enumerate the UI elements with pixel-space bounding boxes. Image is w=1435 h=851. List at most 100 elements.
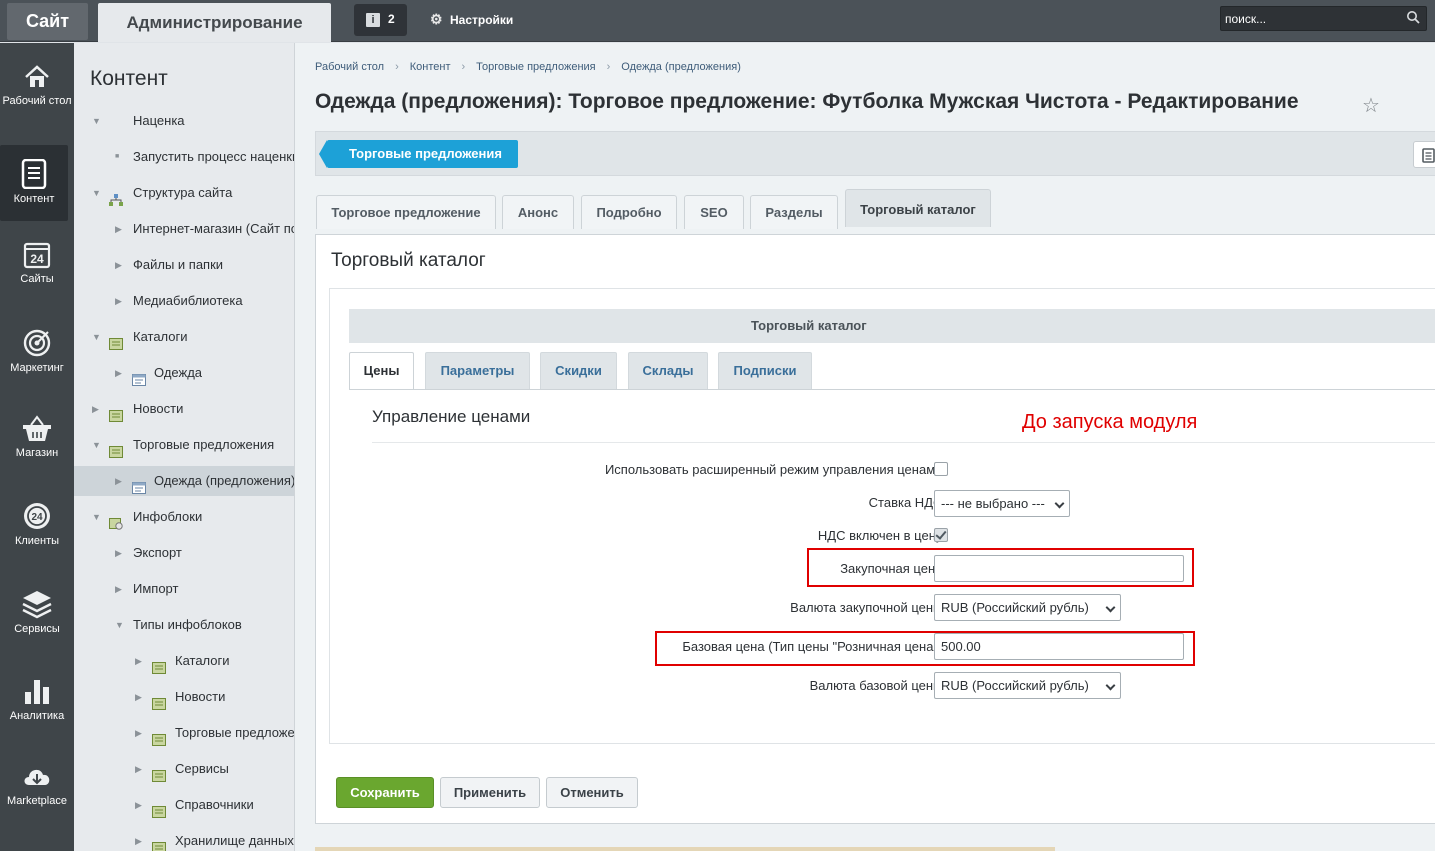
chevron-right-icon[interactable]: ▶ [92, 394, 99, 424]
tree-item-label: Файлы и папки [133, 257, 224, 272]
subtab-divider [349, 389, 1435, 390]
chevron-right-icon[interactable]: ▶ [115, 214, 122, 244]
chevron-right-icon[interactable]: ▶ [135, 718, 142, 748]
admin-tab[interactable]: Администрирование [98, 3, 331, 42]
breadcrumb-item[interactable]: Одежда (предложения) [621, 61, 741, 73]
tree-item[interactable]: ▶ Одежда (предложения) [74, 466, 294, 496]
catalog-block: Торговый каталог Цены Параметры Скидки С… [329, 288, 1435, 744]
notifications-button[interactable]: i 2 [354, 4, 407, 36]
settings-link[interactable]: ⚙ Настройки [430, 11, 513, 28]
infoblock-icon [132, 475, 146, 494]
subtab-stores[interactable]: Склады [628, 352, 708, 389]
search-input[interactable] [1225, 10, 1395, 27]
tab-detail[interactable]: Подробно [581, 195, 677, 229]
tree-item-label: Медиабиблиотека [133, 293, 243, 308]
purchase-price-input[interactable] [934, 555, 1184, 582]
menu-marketing[interactable]: Маркетинг [0, 328, 74, 406]
tree-item[interactable]: ▶ Сервисы [74, 754, 294, 784]
chevron-down-icon[interactable]: ▼ [92, 106, 101, 136]
breadcrumb-item[interactable]: Рабочий стол [315, 61, 384, 73]
chevron-right-icon[interactable]: ▶ [135, 682, 142, 712]
chevron-right-icon[interactable]: ▶ [115, 574, 122, 604]
subtab-discounts[interactable]: Скидки [540, 352, 617, 389]
tree-item[interactable]: ■ Запустить процесс наценки [74, 142, 294, 172]
chevron-down-icon[interactable]: ▼ [115, 610, 124, 640]
chevron-down-icon[interactable]: ▼ [92, 502, 101, 532]
tab-preview[interactable]: Анонс [502, 195, 574, 229]
purchase-currency-select[interactable]: RUB (Российский рубль) [934, 594, 1121, 621]
tree-item[interactable]: ▼ Инфоблоки [74, 502, 294, 532]
chevron-down-icon[interactable]: ▼ [92, 178, 101, 208]
chevron-right-icon[interactable]: ▶ [115, 538, 122, 568]
menu-shop[interactable]: Магазин [0, 415, 74, 493]
structure-icon [109, 187, 123, 206]
chevron-down-icon [1054, 498, 1065, 509]
chevron-right-icon[interactable]: ▶ [135, 754, 142, 784]
tree-item[interactable]: ▶ Импорт [74, 574, 294, 604]
offers-back-button[interactable]: Торговые предложения [319, 140, 518, 168]
menu-desktop[interactable]: Рабочий стол [0, 63, 74, 141]
base-currency-select[interactable]: RUB (Российский рубль) [934, 672, 1121, 699]
save-button[interactable]: Сохранить [336, 777, 434, 808]
panel-title: Торговый каталог [331, 250, 486, 271]
chevron-right-icon[interactable]: ▶ [115, 250, 122, 280]
tab-seo[interactable]: SEO [684, 195, 744, 229]
home-icon [25, 65, 49, 87]
tree-item[interactable]: ▼ Каталоги [74, 322, 294, 352]
tree-item-label: Каталоги [133, 329, 188, 344]
menu-sites[interactable]: 24 Сайты [0, 241, 74, 319]
apply-button[interactable]: Применить [440, 777, 540, 808]
chevron-right-icon[interactable]: ▶ [135, 646, 142, 676]
site-button[interactable]: Сайт [7, 3, 88, 40]
star-icon[interactable]: ☆ [1362, 93, 1380, 118]
breadcrumb-item[interactable]: Торговые предложения [476, 61, 595, 73]
advanced-mode-label: Использовать расширенный режим управлени… [604, 462, 946, 477]
menu-services[interactable]: Сервисы [0, 589, 74, 667]
subtab-params[interactable]: Параметры [425, 352, 530, 389]
advanced-mode-checkbox[interactable] [934, 462, 948, 476]
tree-item-label: Интернет-магазин (Сайт по умолчанию) [133, 221, 294, 236]
menu-marketplace[interactable]: Marketplace [0, 763, 74, 841]
tree-item[interactable]: ▼ Торговые предложения [74, 430, 294, 460]
tree-item[interactable]: ▶ Интернет-магазин (Сайт по умолчанию) [74, 214, 294, 244]
subtab-subscriptions[interactable]: Подписки [718, 352, 812, 389]
base-price-input[interactable]: 500.00 [934, 633, 1184, 660]
tree-item[interactable]: ▶ Медиабиблиотека [74, 286, 294, 316]
chevron-right-icon[interactable]: ▶ [115, 286, 122, 316]
tree-item[interactable]: ▶ Новости [74, 682, 294, 712]
chevron-down-icon[interactable]: ▼ [92, 430, 101, 460]
tab-offer[interactable]: Торговое предложение [316, 195, 496, 229]
tree-item[interactable]: ▼ Структура сайта [74, 178, 294, 208]
breadcrumb-item[interactable]: Контент [410, 61, 451, 73]
tab-trade-catalog[interactable]: Торговый каталог [845, 189, 991, 227]
tree-item[interactable]: ▼ Наценка [74, 106, 294, 136]
copy-button[interactable] [1413, 141, 1435, 168]
menu-content[interactable]: Контент [0, 145, 68, 221]
tree-item[interactable]: ▶ Одежда [74, 358, 294, 388]
chevron-right-icon[interactable]: ▶ [115, 358, 122, 388]
cancel-button[interactable]: Отменить [546, 777, 638, 808]
chevron-right-icon[interactable]: ▶ [135, 790, 142, 820]
base-price-label: Базовая цена (Тип цены "Розничная цена")… [682, 639, 946, 654]
tree-item-label: Структура сайта [133, 185, 233, 200]
chevron-right-icon[interactable]: ▶ [135, 826, 142, 851]
tree-item[interactable]: ▶ Каталоги [74, 646, 294, 676]
chevron-down-icon[interactable]: ▼ [92, 322, 101, 352]
vat-rate-select[interactable]: --- не выбрано --- [934, 490, 1070, 517]
tree-item[interactable]: ▶ Хранилище данных [74, 826, 294, 851]
tab-sections[interactable]: Разделы [750, 195, 838, 229]
tree-item[interactable]: ▶ Экспорт [74, 538, 294, 568]
menu-analytics[interactable]: Аналитика [0, 676, 74, 754]
menu-clients[interactable]: 24 Клиенты [0, 501, 74, 579]
tree-item[interactable]: ▶ Файлы и папки [74, 250, 294, 280]
tree-item[interactable]: ▶ Новости [74, 394, 294, 424]
clients-24-icon: 24 [24, 503, 50, 529]
vat-included-checkbox[interactable] [934, 528, 948, 542]
tree-item[interactable]: ▶ Торговые предложения [74, 718, 294, 748]
tree-item[interactable]: ▼ Типы инфоблоков [74, 610, 294, 640]
tree-item[interactable]: ▶ Справочники [74, 790, 294, 820]
subtab-prices[interactable]: Цены [349, 352, 414, 390]
search-icon[interactable] [1406, 10, 1420, 24]
chevron-right-icon[interactable]: ▶ [115, 466, 122, 496]
purchase-currency-value: RUB (Российский рубль) [941, 600, 1089, 615]
